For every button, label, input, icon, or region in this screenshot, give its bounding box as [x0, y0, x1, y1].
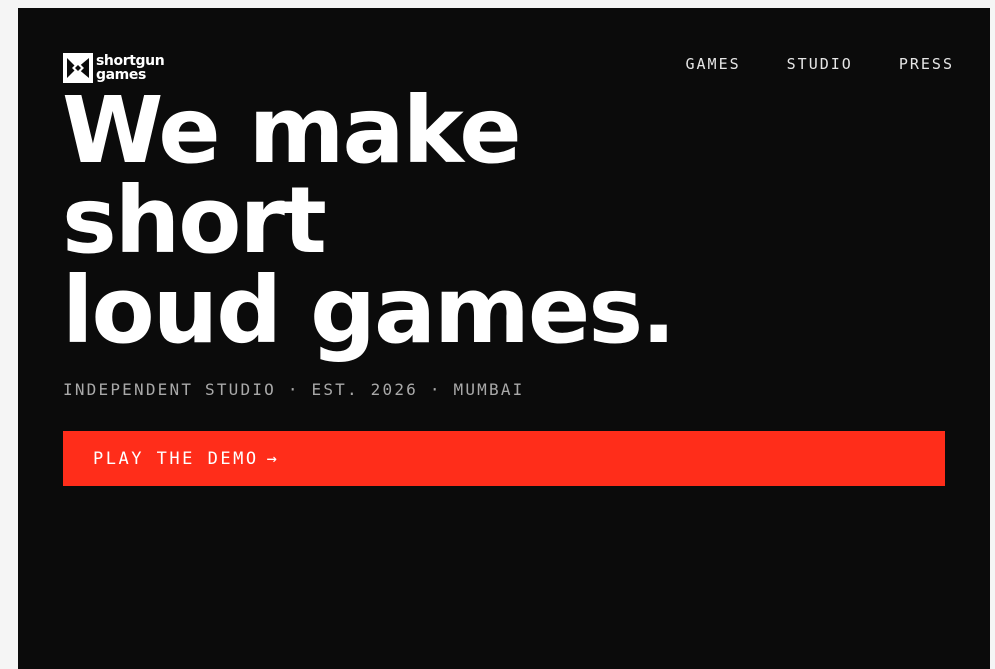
logo-text-line1: shortgun: [96, 53, 165, 69]
arrow-right-icon: →: [266, 448, 277, 469]
play-demo-label: PLAY THE DEMO: [93, 448, 259, 469]
main-nav: GAMES STUDIO PRESS: [686, 55, 955, 73]
headline-line-2: short: [62, 167, 327, 274]
nav-item-games[interactable]: GAMES: [686, 55, 741, 73]
play-demo-button[interactable]: PLAY THE DEMO →: [63, 431, 945, 486]
headline-line-1: We make: [62, 77, 522, 184]
headline-line-3: loud games.: [62, 257, 676, 364]
hero-headline: We make short loud games.: [62, 77, 676, 364]
nav-item-press[interactable]: PRESS: [899, 55, 954, 73]
nav-item-studio[interactable]: STUDIO: [787, 55, 853, 73]
page-canvas: shortgun games GAMES STUDIO PRESS We mak…: [18, 8, 990, 669]
hero-tagline: INDEPENDENT STUDIO · EST. 2026 · MUMBAI: [63, 380, 525, 399]
